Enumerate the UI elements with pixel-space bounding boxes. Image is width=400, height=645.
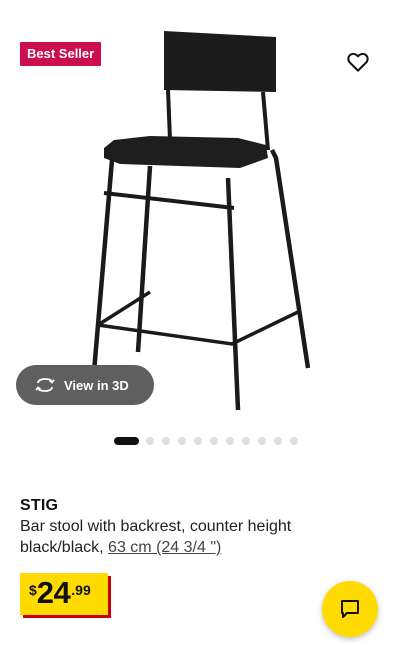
chat-bubble-icon: [341, 600, 359, 618]
product-type: Bar stool with backrest, counter height: [20, 518, 292, 535]
chat-button[interactable]: [322, 581, 378, 637]
view-in-3d-label: View in 3D: [64, 377, 129, 393]
product-variant: black/black, 63 cm (24 3/4 "): [20, 537, 390, 558]
rotate-3d-icon: [34, 374, 56, 396]
carousel-dot[interactable]: [242, 437, 250, 445]
price-integer: 24: [36, 575, 71, 610]
carousel-dot[interactable]: [274, 437, 282, 445]
carousel-indicator: [114, 437, 306, 445]
carousel-dot[interactable]: [178, 437, 186, 445]
carousel-dot[interactable]: [290, 437, 298, 445]
product-description: Bar stool with backrest, counter height …: [20, 516, 390, 558]
favorite-button[interactable]: [344, 48, 372, 76]
carousel-dot[interactable]: [194, 437, 202, 445]
carousel-dot[interactable]: [146, 437, 154, 445]
heart-outline-icon: [347, 52, 369, 72]
carousel-dot[interactable]: [162, 437, 170, 445]
carousel-dot[interactable]: [226, 437, 234, 445]
carousel-dot[interactable]: [258, 437, 266, 445]
carousel-dot[interactable]: [210, 437, 218, 445]
price-decimal: .99: [71, 582, 91, 598]
product-name: STIG: [20, 497, 59, 514]
view-in-3d-button[interactable]: View in 3D: [16, 365, 154, 405]
carousel-dot-active[interactable]: [114, 437, 139, 445]
best-seller-badge: Best Seller: [20, 42, 102, 66]
product-color: black/black,: [20, 539, 104, 556]
price-currency: $: [29, 582, 37, 598]
product-size-link[interactable]: 63 cm (24 3/4 "): [108, 539, 221, 556]
price-tag: $ 24 .99: [20, 573, 108, 615]
